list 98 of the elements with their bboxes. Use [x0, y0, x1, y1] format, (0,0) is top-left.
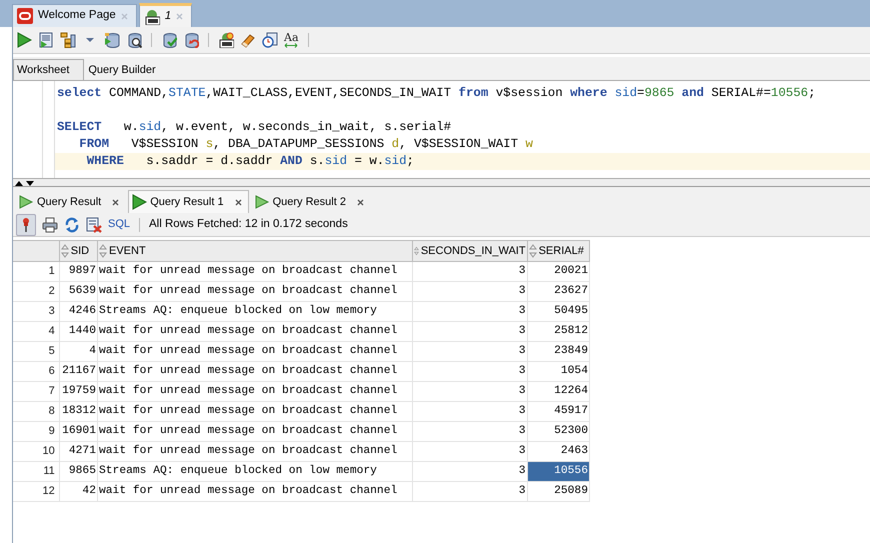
table-cell: wait for unread message on broadcast channel [97, 442, 412, 462]
row-number: 7 [13, 382, 60, 402]
table-cell: wait for unread message on broadcast channel [97, 422, 412, 442]
table-cell[interactable]: 50495 [527, 302, 590, 322]
close-icon[interactable] [234, 198, 242, 206]
close-icon[interactable] [356, 198, 364, 206]
editor-tab[interactable]: Worksheet [13, 59, 84, 80]
autotrace-icon[interactable] [104, 32, 120, 48]
column-header[interactable]: SECONDS_IN_WAIT [412, 240, 528, 262]
table-cell: 3 [412, 482, 528, 502]
table-cell: 3 [412, 382, 528, 402]
table-cell: 3 [412, 362, 528, 382]
table-cell: 9897 [59, 262, 98, 282]
table-cell: 4 [59, 342, 98, 362]
row-number: 8 [13, 402, 60, 422]
unshared-sql-icon[interactable] [218, 32, 234, 48]
table-cell: 3 [412, 302, 528, 322]
row-number: 1 [13, 262, 60, 282]
table-cell: wait for unread message on broadcast channel [97, 282, 412, 302]
document-tab[interactable]: Welcome Page [12, 4, 137, 27]
oracle-logo-icon [17, 8, 33, 24]
table-cell: wait for unread message on broadcast channel [97, 382, 412, 402]
table-cell: wait for unread message on broadcast channel [97, 362, 412, 382]
table-cell: wait for unread message on broadcast channel [97, 402, 412, 422]
row-number: 5 [13, 342, 60, 362]
sql-link[interactable]: SQL [108, 216, 130, 233]
run-icon [254, 194, 270, 210]
explain-plan-icon[interactable] [60, 32, 76, 48]
column-header[interactable]: SID [59, 240, 98, 262]
print-icon[interactable] [42, 216, 58, 232]
table-cell[interactable]: 52300 [527, 422, 590, 442]
code-line: FROM V$SESSION s, DBA_DATAPUMP_SESSIONS d, V$SESSION_WAIT w [78, 136, 534, 153]
table-cell: 3 [412, 262, 528, 282]
status-text: All Rows Fetched: 12 in 0.172 seconds [149, 216, 348, 232]
row-number: 3 [13, 302, 60, 322]
result-tab[interactable]: Query Result [15, 190, 126, 213]
format-button[interactable]: Aa [284, 32, 299, 48]
row-number: 12 [13, 482, 60, 502]
table-cell: wait for unread message on broadcast channel [97, 322, 412, 342]
table-cell: 3 [412, 402, 528, 422]
table-cell: Streams AQ: enqueue blocked on low memory [97, 462, 412, 482]
code-line: select COMMAND,STATE,WAIT_CLASS,EVENT,SECONDS_IN_WAIT from v$session where sid=9865 and SERIAL#=10556; [56, 85, 817, 102]
run-script-icon[interactable] [38, 32, 54, 48]
table-cell[interactable]: 23849 [527, 342, 590, 362]
table-cell: 19759 [59, 382, 98, 402]
row-number: 9 [13, 422, 60, 442]
rollback-icon[interactable] [183, 32, 199, 48]
table-cell: 5639 [59, 282, 98, 302]
row-number: 10 [13, 442, 60, 462]
arrows-icon [284, 43, 298, 48]
table-cell: 9865 [59, 462, 98, 482]
table-cell: 1440 [59, 322, 98, 342]
sql-worksheet-icon [144, 8, 160, 24]
run-icon [131, 194, 148, 210]
delete-results-icon[interactable] [86, 216, 102, 232]
result-tab[interactable]: Query Result 1 [128, 190, 249, 213]
commit-icon[interactable] [161, 32, 177, 48]
document-tab[interactable]: 1 [138, 3, 192, 27]
table-cell: 3 [412, 282, 528, 302]
table-cell: 21167 [59, 362, 98, 382]
table-cell[interactable]: 23627 [527, 282, 590, 302]
table-cell: 18312 [59, 402, 98, 422]
close-icon[interactable] [112, 198, 120, 206]
editor-tab[interactable]: Query Builder [84, 59, 171, 80]
table-cell: 3 [412, 442, 528, 462]
table-cell: 42 [59, 482, 98, 502]
row-number: 6 [13, 362, 60, 382]
run-icon [18, 194, 34, 210]
table-cell: 3 [412, 422, 528, 442]
table-cell[interactable]: 45917 [527, 402, 590, 422]
result-tab[interactable]: Query Result 2 [250, 190, 371, 213]
table-cell: 3 [412, 322, 528, 342]
table-cell[interactable]: 1054 [527, 362, 590, 382]
run-statement-icon[interactable] [16, 32, 32, 48]
column-header[interactable]: SERIAL# [527, 240, 590, 262]
code-line: SELECT w.sid, w.event, w.seconds_in_wait, s.serial# [56, 119, 452, 136]
table-cell: 4271 [59, 442, 98, 462]
eraser-icon[interactable] [240, 32, 256, 48]
refresh-icon[interactable] [64, 216, 80, 232]
column-header[interactable]: EVENT [97, 240, 412, 262]
table-cell: 16901 [59, 422, 98, 442]
table-cell: wait for unread message on broadcast channel [97, 262, 412, 282]
table-cell[interactable]: 25089 [527, 482, 590, 502]
table-cell[interactable]: 12264 [527, 382, 590, 402]
sql-tuning-icon[interactable] [126, 32, 142, 48]
table-cell[interactable]: 20021 [527, 262, 590, 282]
table-cell: wait for unread message on broadcast channel [97, 482, 412, 502]
row-number: 2 [13, 282, 60, 302]
table-cell: wait for unread message on broadcast channel [97, 342, 412, 362]
table-cell: 4246 [59, 302, 98, 322]
table-cell: 3 [412, 342, 528, 362]
table-cell: 3 [412, 462, 528, 482]
table-cell[interactable]: 25812 [527, 322, 590, 342]
history-clock-icon[interactable] [262, 32, 278, 48]
row-number: 4 [13, 322, 60, 342]
table-cell[interactable]: 10556 [527, 462, 590, 482]
table-cell: Streams AQ: enqueue blocked on low memory [97, 302, 412, 322]
row-number: 11 [13, 462, 60, 482]
